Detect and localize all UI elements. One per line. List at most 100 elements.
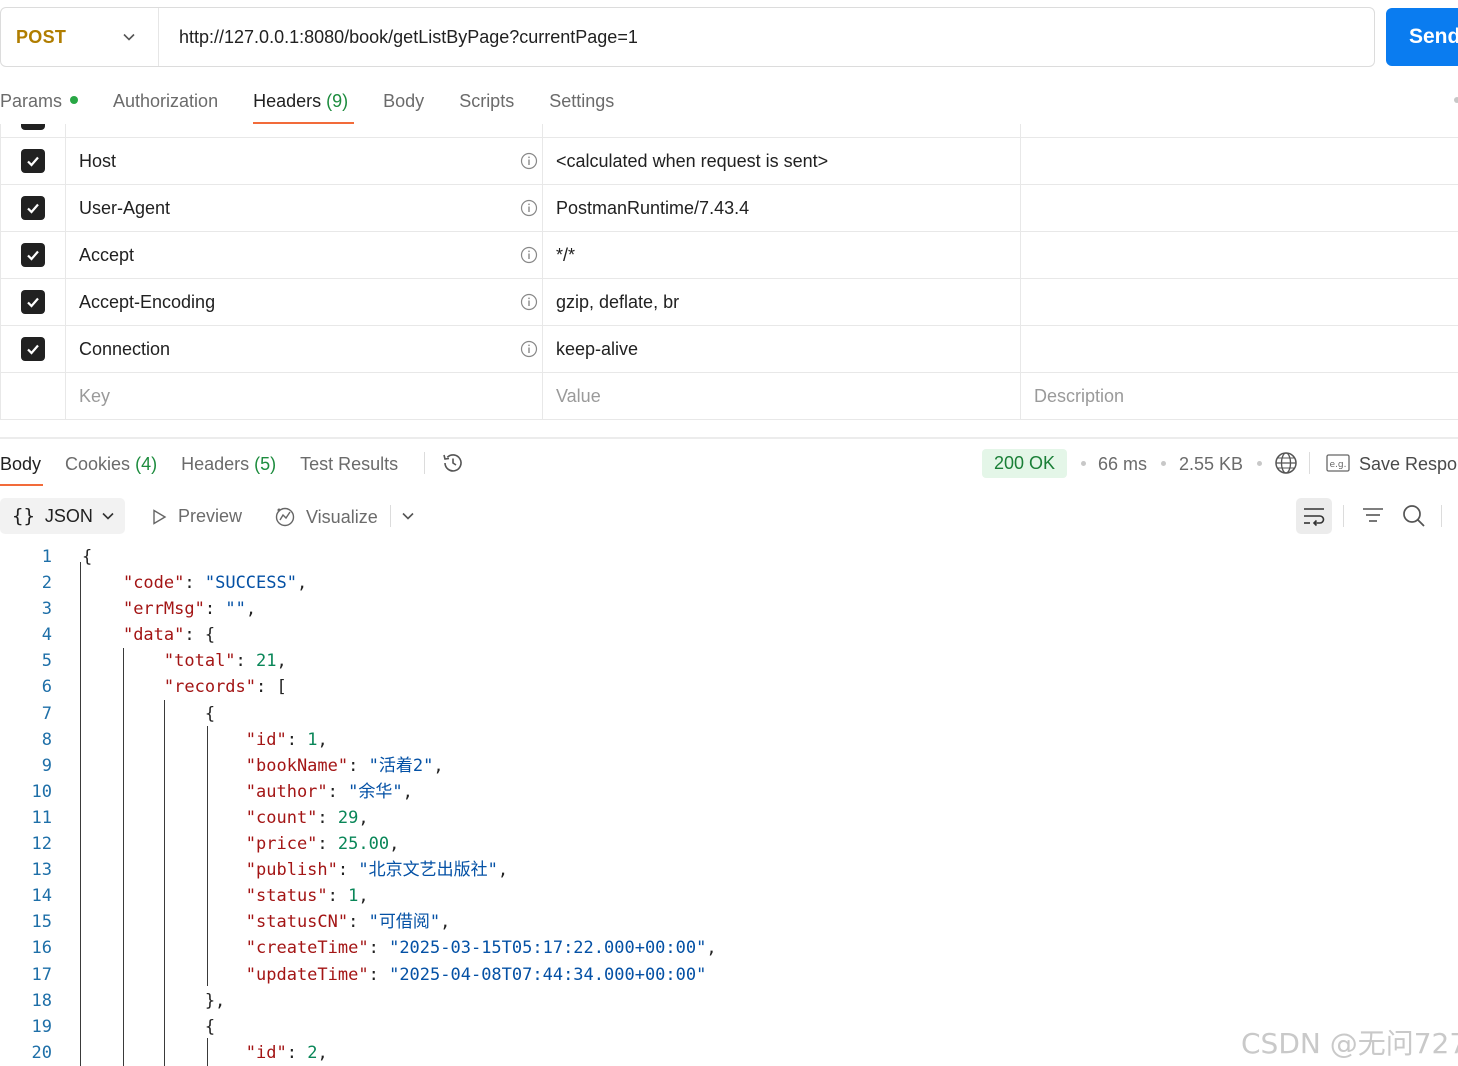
new-key-input[interactable]: Key xyxy=(66,373,543,419)
braces-icon: {} xyxy=(12,505,35,527)
header-key[interactable]: Connection xyxy=(79,339,170,360)
header-value[interactable]: */* xyxy=(543,232,1021,278)
preview-button[interactable]: Preview xyxy=(150,506,242,527)
tab-response-body[interactable]: Body xyxy=(0,446,44,486)
code-line: 18 }, xyxy=(0,988,1458,1014)
line-content: "id": 2, xyxy=(245,1042,328,1063)
line-content: "count": 29, xyxy=(245,807,369,828)
status-badge[interactable]: 200 OK xyxy=(982,449,1068,478)
header-value[interactable]: <calculated when request is sent> xyxy=(543,138,1021,184)
response-size[interactable]: 2.55 KB xyxy=(1179,454,1243,475)
header-description[interactable] xyxy=(1021,326,1458,372)
pane-divider[interactable] xyxy=(0,437,1458,439)
header-enabled-checkbox[interactable] xyxy=(21,149,45,173)
tab-response-headers[interactable]: Headers (5) xyxy=(181,446,276,486)
json-key: "bookName" xyxy=(245,755,349,776)
new-header-row: Key Value Description xyxy=(0,373,1458,420)
header-description[interactable] xyxy=(1021,279,1458,325)
line-number: 18 xyxy=(31,990,52,1011)
line-content: "records": [ xyxy=(163,677,287,698)
json-key: "price" xyxy=(245,834,318,855)
line-content: "updateTime": "2025-04-08T07:44:34.000+0… xyxy=(245,964,707,985)
visualize-label: Visualize xyxy=(306,506,378,527)
header-enabled-checkbox[interactable] xyxy=(21,243,45,267)
code-line: 11 "count": 29, xyxy=(0,805,1458,831)
line-content: { xyxy=(82,1016,216,1037)
table-row xyxy=(0,124,1458,138)
wrap-text-icon xyxy=(1304,508,1325,527)
line-content: "total": 21, xyxy=(163,651,287,672)
info-icon[interactable] xyxy=(520,246,538,264)
tab-cookies[interactable]: Cookies (4) xyxy=(65,446,157,486)
example-save-icon[interactable]: e.g. xyxy=(1326,453,1350,473)
header-description[interactable] xyxy=(1021,138,1458,184)
response-body-code[interactable]: 1{ 2 "code": "SUCCESS", 3 "errMsg": "", … xyxy=(0,544,1458,1066)
globe-icon[interactable] xyxy=(1274,451,1298,475)
json-value: 21 xyxy=(256,651,277,672)
checkmark-icon xyxy=(27,156,39,167)
search-icon[interactable] xyxy=(1401,503,1427,529)
divider xyxy=(390,505,391,527)
header-value[interactable]: gzip, deflate, br xyxy=(543,279,1021,325)
code-line: 5 "total": 21, xyxy=(0,648,1458,674)
line-number: 16 xyxy=(31,938,52,959)
tab-authorization[interactable]: Authorization xyxy=(113,84,218,124)
tab-settings[interactable]: Settings xyxy=(549,84,614,124)
header-enabled-checkbox[interactable] xyxy=(21,196,45,220)
response-tabs: Body Cookies (4) Headers (5) Test Result… xyxy=(0,446,422,486)
info-icon[interactable] xyxy=(520,152,538,170)
checkmark-icon xyxy=(27,250,39,261)
line-number: 6 xyxy=(41,677,52,698)
line-content: "createTime": "2025-03-15T05:17:22.000+0… xyxy=(245,938,717,959)
visualize-button[interactable]: Visualize xyxy=(274,506,378,528)
header-description[interactable] xyxy=(1021,232,1458,278)
checkbox[interactable] xyxy=(21,124,45,130)
new-value-input[interactable]: Value xyxy=(543,373,1021,419)
filter-icon[interactable] xyxy=(1361,505,1385,527)
header-key[interactable]: Accept xyxy=(79,245,134,266)
tab-cookies-count: (4) xyxy=(135,454,158,474)
header-enabled-checkbox[interactable] xyxy=(21,337,45,361)
json-value: 29 xyxy=(337,807,359,828)
code-line: 14 "status": 1, xyxy=(0,883,1458,909)
info-icon[interactable] xyxy=(520,199,538,217)
header-description[interactable] xyxy=(1021,185,1458,231)
line-number: 3 xyxy=(41,599,52,620)
tab-response-headers-label: Headers xyxy=(181,454,250,474)
info-icon[interactable] xyxy=(520,340,538,358)
tab-headers[interactable]: Headers (9) xyxy=(253,84,355,124)
info-icon[interactable] xyxy=(520,293,538,311)
code-line: 9 "bookName": "活着2", xyxy=(0,753,1458,779)
new-description-input[interactable]: Description xyxy=(1021,373,1458,419)
separator-dot xyxy=(1081,461,1086,466)
code-line: 2 "code": "SUCCESS", xyxy=(0,570,1458,596)
json-value: "北京文艺出版社" xyxy=(358,860,498,881)
wrap-lines-button[interactable] xyxy=(1296,498,1332,534)
format-select[interactable]: {} JSON xyxy=(0,498,125,534)
tab-scripts[interactable]: Scripts xyxy=(459,84,514,124)
line-number: 5 xyxy=(41,651,52,672)
line-content: "statusCN": "可借阅", xyxy=(245,912,451,933)
method-select[interactable]: POST xyxy=(1,8,159,66)
save-response-button[interactable]: Save Respor xyxy=(1359,454,1458,475)
json-key: "data" xyxy=(122,625,185,646)
header-key[interactable]: Accept-Encoding xyxy=(79,292,215,313)
header-key[interactable]: User-Agent xyxy=(79,198,170,219)
chevron-down-icon[interactable] xyxy=(401,509,415,523)
divider xyxy=(424,452,425,474)
tab-test-results[interactable]: Test Results xyxy=(300,446,398,486)
json-key: "createTime" xyxy=(245,938,369,959)
tab-params[interactable]: Params xyxy=(0,84,79,124)
history-icon[interactable] xyxy=(441,451,465,475)
url-input[interactable] xyxy=(159,8,1374,66)
header-key[interactable]: Host xyxy=(79,151,116,172)
header-value[interactable]: PostmanRuntime/7.43.4 xyxy=(543,185,1021,231)
response-time[interactable]: 66 ms xyxy=(1098,454,1147,475)
json-key: "errMsg" xyxy=(122,599,205,620)
header-value[interactable]: keep-alive xyxy=(543,326,1021,372)
visualize-icon xyxy=(275,507,295,527)
send-button[interactable]: Send xyxy=(1386,8,1458,66)
header-enabled-checkbox[interactable] xyxy=(21,290,45,314)
tab-headers-label: Headers xyxy=(253,91,322,111)
tab-body[interactable]: Body xyxy=(383,84,424,124)
